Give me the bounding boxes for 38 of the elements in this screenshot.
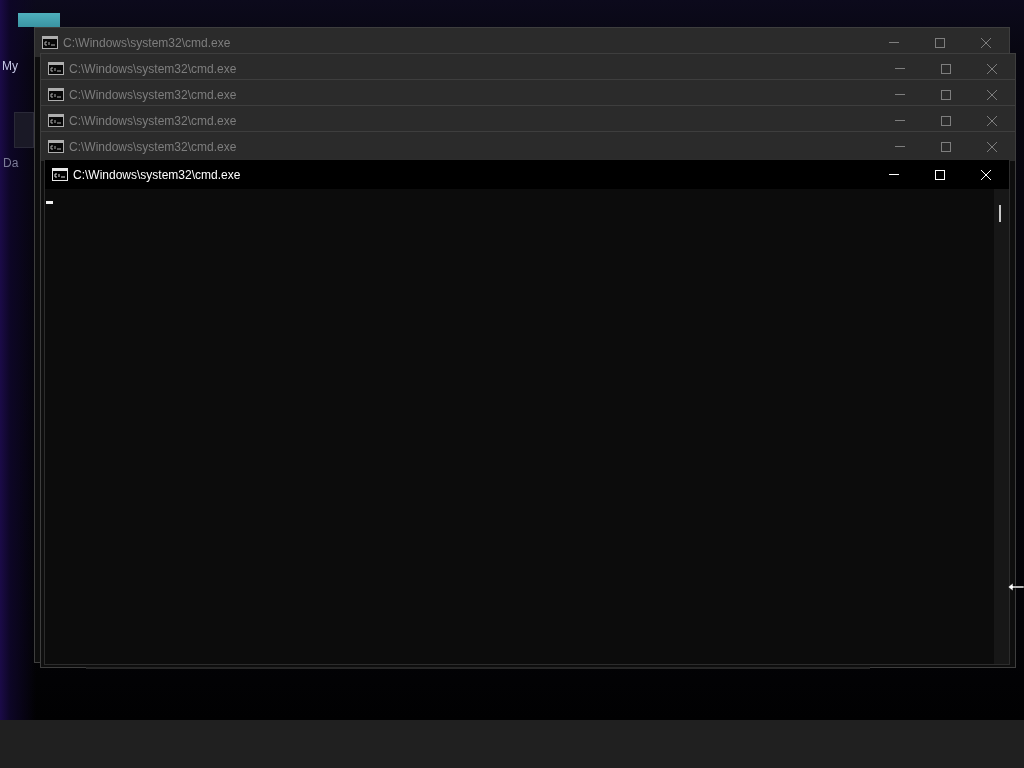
maximize-icon [941, 89, 951, 100]
console-icon [42, 36, 58, 49]
maximize-icon [935, 37, 945, 48]
close-icon [981, 169, 991, 180]
close-icon [987, 89, 997, 100]
window-title: C:\Windows\system32\cmd.exe [69, 60, 238, 77]
minimize-icon [889, 42, 899, 43]
maximize-icon [941, 141, 951, 152]
console-icon [48, 114, 64, 127]
desktop-icon-label[interactable]: Da [3, 156, 19, 170]
window-title-bar[interactable]: C:\Windows\system32\cmd.exe [45, 160, 1009, 189]
desktop-icon[interactable] [14, 112, 34, 148]
console-icon [48, 140, 64, 153]
window-title: C:\Windows\system32\cmd.exe [73, 166, 242, 183]
window-title: C:\Windows\system32\cmd.exe [63, 34, 232, 51]
desktop-icon-label[interactable]: My [2, 59, 18, 73]
minimize-icon [895, 94, 905, 95]
minimize-icon [889, 174, 899, 175]
scrollbar-thumb[interactable] [999, 205, 1001, 222]
scrollbar-track[interactable] [994, 189, 1009, 664]
close-icon [981, 37, 991, 48]
minimize-icon [895, 120, 905, 121]
maximize-icon [941, 63, 951, 74]
close-icon [987, 115, 997, 126]
window-title: C:\Windows\system32\cmd.exe [69, 138, 238, 155]
console-icon [48, 88, 64, 101]
desktop-icon[interactable] [18, 13, 60, 27]
console-icon [52, 168, 68, 181]
text-cursor-icon [46, 201, 53, 204]
minimize-icon [895, 68, 905, 69]
window-title: C:\Windows\system32\cmd.exe [69, 86, 238, 103]
console-icon [48, 62, 64, 75]
minimize-icon [895, 146, 905, 147]
close-icon [987, 63, 997, 74]
maximize-icon [935, 169, 945, 180]
maximize-icon [941, 115, 951, 126]
close-icon [987, 141, 997, 152]
window-title: C:\Windows\system32\cmd.exe [69, 112, 238, 129]
